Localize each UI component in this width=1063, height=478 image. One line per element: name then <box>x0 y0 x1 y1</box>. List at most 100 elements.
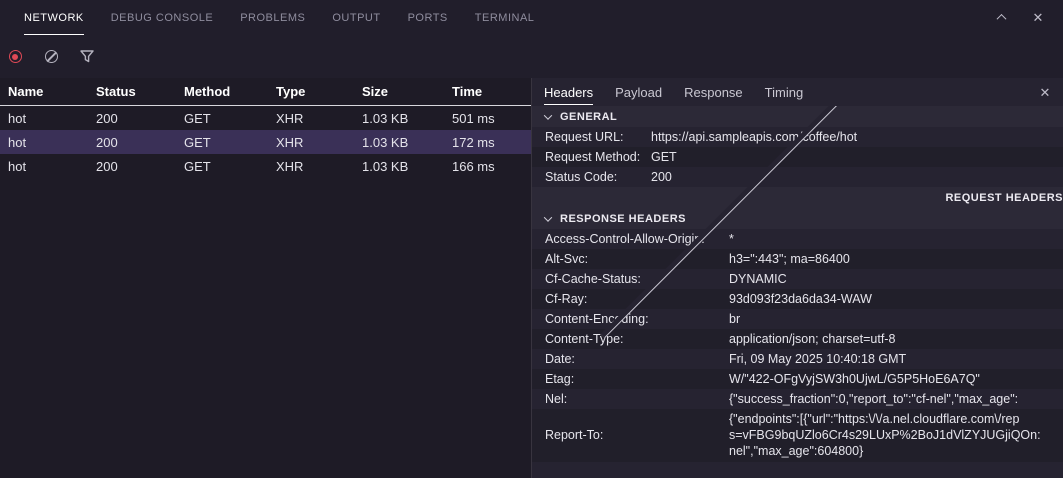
section-general-header[interactable]: GENERAL <box>532 106 1063 127</box>
tab-ports[interactable]: PORTS <box>408 0 448 35</box>
requests-table: Name Status Method Type Size Time hot 20… <box>0 78 531 478</box>
section-title: GENERAL <box>560 111 617 123</box>
requests-table-header: Name Status Method Type Size Time <box>0 78 531 106</box>
header-key: Alt-Svc: <box>545 252 729 266</box>
section-response-headers-header[interactable]: RESPONSE HEADERS <box>532 208 1063 229</box>
column-header-type: Type <box>276 84 362 99</box>
network-toolbar <box>0 35 1063 78</box>
close-icon: ✕ <box>1033 11 1044 24</box>
record-icon <box>9 50 22 63</box>
column-header-size: Size <box>362 84 452 99</box>
filter-button[interactable] <box>79 49 95 65</box>
chevron-up-icon <box>996 14 1006 24</box>
table-row-selected[interactable]: hot 200 GET XHR 1.03 KB 172 ms <box>0 130 531 154</box>
maximize-panel-button[interactable] <box>993 10 1009 26</box>
header-row: Cf-Cache-Status: DYNAMIC <box>532 269 1063 289</box>
cell-status: 200 <box>96 135 184 150</box>
cell-size: 1.03 KB <box>362 135 452 150</box>
header-value: h3=":443"; ma=86400 <box>729 252 850 266</box>
close-details-button[interactable]: ✕ <box>1037 84 1053 100</box>
cell-method: GET <box>184 111 276 126</box>
header-value: https://api.sampleapis.com/coffee/hot <box>651 130 857 144</box>
tab-terminal[interactable]: TERMINAL <box>475 0 535 35</box>
header-row: Report-To: {"endpoints":[{"url":"https:\… <box>532 409 1063 462</box>
headers-content: GENERAL Request URL: https://api.samplea… <box>532 106 1063 478</box>
header-value: {"success_fraction":0,"report_to":"cf-ne… <box>729 392 1018 406</box>
table-row[interactable]: hot 200 GET XHR 1.03 KB 166 ms <box>0 154 531 178</box>
filter-icon <box>80 50 94 63</box>
column-header-status: Status <box>96 84 184 99</box>
column-header-method: Method <box>184 84 276 99</box>
header-key: Status Code: <box>545 170 651 184</box>
header-key: Content-Encoding: <box>545 312 729 326</box>
cell-size: 1.03 KB <box>362 111 452 126</box>
header-key: Nel: <box>545 392 729 406</box>
clear-icon <box>45 50 58 63</box>
cell-time: 501 ms <box>452 111 531 126</box>
header-row: Request Method: GET <box>532 147 1063 167</box>
header-value: DYNAMIC <box>729 272 787 286</box>
tab-debug-console[interactable]: DEBUG CONSOLE <box>111 0 213 35</box>
header-value: application/json; charset=utf-8 <box>729 332 895 346</box>
tab-network[interactable]: NETWORK <box>24 0 84 35</box>
header-row: Status Code: 200 <box>532 167 1063 187</box>
tab-headers[interactable]: Headers <box>544 80 593 105</box>
header-row: Etag: W/"422-OFgVyjSW3h0UjwL/G5P5HoE6A7Q… <box>532 369 1063 389</box>
chevron-down-icon <box>544 213 552 221</box>
cell-type: XHR <box>276 111 362 126</box>
cell-time: 172 ms <box>452 135 531 150</box>
tab-problems[interactable]: PROBLEMS <box>240 0 305 35</box>
header-key: Content-Type: <box>545 332 729 346</box>
table-row[interactable]: hot 200 GET XHR 1.03 KB 501 ms <box>0 106 531 130</box>
header-row: Cf-Ray: 93d093f23da6da34-WAW <box>532 289 1063 309</box>
cell-name: hot <box>8 159 96 174</box>
header-row: Content-Type: application/json; charset=… <box>532 329 1063 349</box>
cell-status: 200 <box>96 111 184 126</box>
tab-payload[interactable]: Payload <box>615 80 662 105</box>
tab-timing[interactable]: Timing <box>765 80 804 105</box>
cell-method: GET <box>184 159 276 174</box>
header-value: GET <box>651 150 677 164</box>
section-request-headers-header[interactable]: REQUEST HEADERS <box>532 187 1063 208</box>
chevron-down-icon <box>544 111 552 119</box>
header-key: Date: <box>545 352 729 366</box>
request-details-pane: Headers Payload Response Timing ✕ GENERA… <box>531 78 1063 478</box>
header-key: Request Method: <box>545 150 651 164</box>
header-row: Access-Control-Allow-Origin: * <box>532 229 1063 249</box>
section-title: RESPONSE HEADERS <box>560 213 686 225</box>
close-icon: ✕ <box>1040 86 1051 99</box>
section-title: REQUEST HEADERS <box>945 192 1063 204</box>
clear-requests-button[interactable] <box>43 49 59 65</box>
network-content: Name Status Method Type Size Time hot 20… <box>0 78 1063 478</box>
cell-type: XHR <box>276 135 362 150</box>
cell-method: GET <box>184 135 276 150</box>
tab-output[interactable]: OUTPUT <box>332 0 380 35</box>
cell-size: 1.03 KB <box>362 159 452 174</box>
column-header-name: Name <box>8 84 96 99</box>
cell-status: 200 <box>96 159 184 174</box>
panel-tabs: NETWORK DEBUG CONSOLE PROBLEMS OUTPUT PO… <box>0 0 534 35</box>
header-key: Etag: <box>545 372 729 386</box>
details-tab-bar: Headers Payload Response Timing ✕ <box>532 78 1063 106</box>
header-value: br <box>729 312 740 326</box>
header-row: Date: Fri, 09 May 2025 10:40:18 GMT <box>532 349 1063 369</box>
panel-actions: ✕ <box>993 0 1063 35</box>
header-value: * <box>729 232 734 246</box>
network-panel: NETWORK DEBUG CONSOLE PROBLEMS OUTPUT PO… <box>0 0 1063 478</box>
close-panel-button[interactable]: ✕ <box>1030 10 1046 26</box>
tab-response[interactable]: Response <box>684 80 743 105</box>
header-value: Fri, 09 May 2025 10:40:18 GMT <box>729 352 906 366</box>
header-key: Request URL: <box>545 130 651 144</box>
header-value: W/"422-OFgVyjSW3h0UjwL/G5P5HoE6A7Q" <box>729 372 980 386</box>
header-value: 93d093f23da6da34-WAW <box>729 292 872 306</box>
cell-name: hot <box>8 135 96 150</box>
header-value: {"endpoints":[{"url":"https:\/\/a.nel.cl… <box>729 411 1041 459</box>
header-key: Cf-Cache-Status: <box>545 272 729 286</box>
header-key: Report-To: <box>545 428 729 442</box>
cell-name: hot <box>8 111 96 126</box>
column-header-time: Time <box>452 84 531 99</box>
header-row: Nel: {"success_fraction":0,"report_to":"… <box>532 389 1063 409</box>
cell-time: 166 ms <box>452 159 531 174</box>
record-button[interactable] <box>7 49 23 65</box>
cell-type: XHR <box>276 159 362 174</box>
